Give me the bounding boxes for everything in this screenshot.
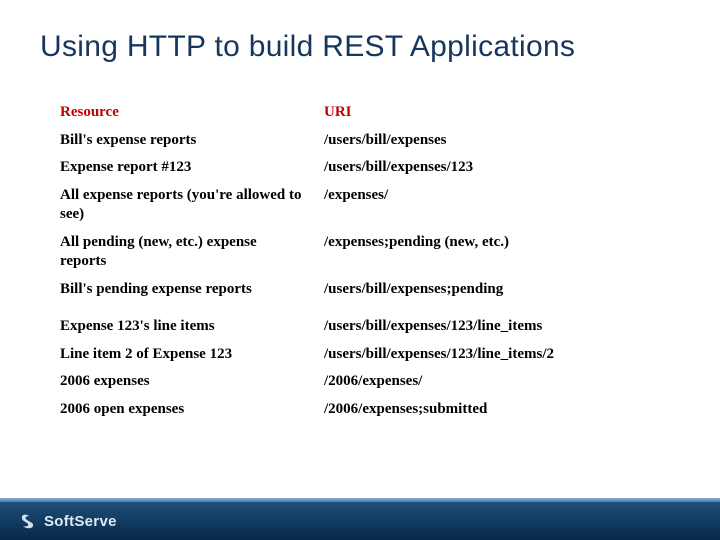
table-row: 2006 expenses/2006/expenses/ <box>60 368 660 396</box>
cell-resource: All expense reports (you're allowed to s… <box>60 186 324 225</box>
cell-uri: /2006/expenses;submitted <box>324 400 660 420</box>
cell-uri: /users/bill/expenses/123 <box>324 158 660 178</box>
cell-uri: /users/bill/expenses/123/line_items <box>324 317 660 337</box>
table-row: Expense 123's line items/users/bill/expe… <box>60 313 660 341</box>
slide-title: Using HTTP to build REST Applications <box>0 0 720 74</box>
slide: Using HTTP to build REST Applications Re… <box>0 0 720 540</box>
cell-resource: 2006 open expenses <box>60 400 324 420</box>
table-body: Bill's expense reports/users/bill/expens… <box>60 127 660 424</box>
table-row: All expense reports (you're allowed to s… <box>60 182 660 229</box>
table-row: Bill's expense reports/users/bill/expens… <box>60 127 660 155</box>
table-header-row: Resource URI <box>60 99 660 127</box>
cell-resource: Bill's expense reports <box>60 131 324 151</box>
brand-name: SoftServe <box>44 513 117 530</box>
cell-resource: 2006 expenses <box>60 372 324 392</box>
cell-uri: /expenses;pending (new, etc.) <box>324 233 660 253</box>
cell-resource: Bill's pending expense reports <box>60 280 324 300</box>
brand-logo-icon <box>18 511 38 531</box>
footer-bar: SoftServe <box>0 502 720 540</box>
cell-uri: /2006/expenses/ <box>324 372 660 392</box>
table-row: Line item 2 of Expense 123/users/bill/ex… <box>60 341 660 369</box>
table-row: 2006 open expenses/2006/expenses;submitt… <box>60 396 660 424</box>
cell-resource: Expense 123's line items <box>60 317 324 337</box>
cell-uri: /users/bill/expenses <box>324 131 660 151</box>
cell-resource: All pending (new, etc.) expense reports <box>60 233 324 272</box>
slide-body: Resource URI Bill's expense reports/user… <box>0 74 720 502</box>
brand: SoftServe <box>18 511 117 531</box>
table-row: Bill's pending expense reports/users/bil… <box>60 276 660 304</box>
table-row: Expense report #123/users/bill/expenses/… <box>60 154 660 182</box>
cell-resource: Expense report #123 <box>60 158 324 178</box>
cell-uri: /users/bill/expenses;pending <box>324 280 660 300</box>
table-row: All pending (new, etc.) expense reports/… <box>60 229 660 276</box>
cell-uri: /expenses/ <box>324 186 660 206</box>
cell-uri: /users/bill/expenses/123/line_items/2 <box>324 345 660 365</box>
cell-resource: Line item 2 of Expense 123 <box>60 345 324 365</box>
header-uri: URI <box>324 103 660 123</box>
header-resource: Resource <box>60 103 324 123</box>
